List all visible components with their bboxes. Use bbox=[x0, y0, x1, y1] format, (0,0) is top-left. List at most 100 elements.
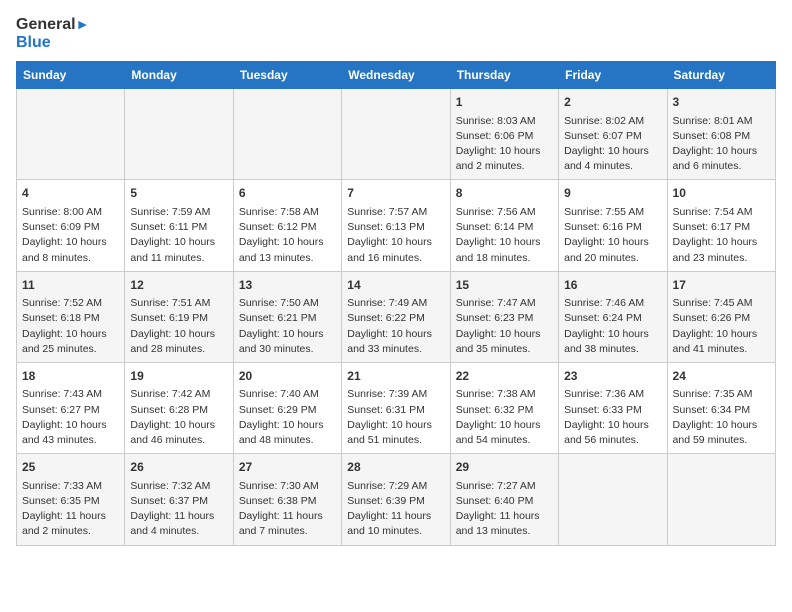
weekday-header-row: SundayMondayTuesdayWednesdayThursdayFrid… bbox=[17, 62, 776, 89]
day-info: Daylight: 10 hours bbox=[239, 327, 336, 342]
calendar-cell: 4Sunrise: 8:00 AMSunset: 6:09 PMDaylight… bbox=[17, 180, 125, 271]
day-info: and 13 minutes. bbox=[456, 524, 553, 539]
day-number: 7 bbox=[347, 185, 444, 202]
day-info: Sunset: 6:31 PM bbox=[347, 403, 444, 418]
day-info: Sunset: 6:11 PM bbox=[130, 220, 227, 235]
day-info: Sunset: 6:24 PM bbox=[564, 311, 661, 326]
calendar-cell: 22Sunrise: 7:38 AMSunset: 6:32 PMDayligh… bbox=[450, 362, 558, 453]
day-info: and 30 minutes. bbox=[239, 342, 336, 357]
day-info: Sunset: 6:38 PM bbox=[239, 494, 336, 509]
day-info: and 46 minutes. bbox=[130, 433, 227, 448]
calendar-cell: 24 Sunrise: 7:35 AMSunset: 6:34 PMDayligh… bbox=[667, 362, 775, 453]
day-info: Daylight: 10 hours bbox=[130, 235, 227, 250]
calendar-week-3: 11Sunrise: 7:52 AMSunset: 6:18 PMDayligh… bbox=[17, 271, 776, 362]
weekday-header-thursday: Thursday bbox=[450, 62, 558, 89]
logo: General► Blue bbox=[16, 16, 89, 51]
day-info: and 20 minutes. bbox=[564, 251, 661, 266]
day-info: Sunrise: 7:45 AM bbox=[673, 296, 770, 311]
calendar-cell bbox=[233, 89, 341, 180]
calendar-cell: 7Sunrise: 7:57 AMSunset: 6:13 PMDaylight… bbox=[342, 180, 450, 271]
calendar-cell: 23Sunrise: 7:36 AMSunset: 6:33 PMDayligh… bbox=[559, 362, 667, 453]
day-info: Sunset: 6:07 PM bbox=[564, 129, 661, 144]
day-info: Sunset: 6:09 PM bbox=[22, 220, 119, 235]
day-info: Daylight: 10 hours bbox=[130, 418, 227, 433]
day-info: and 56 minutes. bbox=[564, 433, 661, 448]
day-info: and 43 minutes. bbox=[22, 433, 119, 448]
day-number: 19 bbox=[130, 368, 227, 385]
day-info: Daylight: 10 hours bbox=[673, 327, 770, 342]
day-info: Daylight: 10 hours bbox=[22, 418, 119, 433]
calendar-table: SundayMondayTuesdayWednesdayThursdayFrid… bbox=[16, 61, 776, 545]
day-info: and 4 minutes. bbox=[564, 159, 661, 174]
day-info: and 4 minutes. bbox=[130, 524, 227, 539]
day-info: Sunrise: 7:29 AM bbox=[347, 479, 444, 494]
day-info: Daylight: 10 hours bbox=[673, 235, 770, 250]
weekday-header-friday: Friday bbox=[559, 62, 667, 89]
weekday-header-wednesday: Wednesday bbox=[342, 62, 450, 89]
day-number: 12 bbox=[130, 277, 227, 294]
day-number: 24 bbox=[673, 368, 770, 385]
calendar-cell: 6Sunrise: 7:58 AMSunset: 6:12 PMDaylight… bbox=[233, 180, 341, 271]
day-info: Sunrise: 8:03 AM bbox=[456, 114, 553, 129]
day-info: Sunrise: 7:36 AM bbox=[564, 387, 661, 402]
day-info: Daylight: 10 hours bbox=[130, 327, 227, 342]
day-info: and 2 minutes. bbox=[456, 159, 553, 174]
calendar-cell bbox=[559, 454, 667, 545]
calendar-cell: 12 Sunrise: 7:51 AMSunset: 6:19 PMDayligh… bbox=[125, 271, 233, 362]
logo-general: General► bbox=[16, 16, 89, 34]
day-info: Sunrise: 7:51 AM bbox=[130, 296, 227, 311]
day-info: Daylight: 11 hours bbox=[130, 509, 227, 524]
day-info: and 11 minutes. bbox=[130, 251, 227, 266]
day-info: Daylight: 11 hours bbox=[22, 509, 119, 524]
day-info: Daylight: 10 hours bbox=[456, 327, 553, 342]
day-info: Sunrise: 8:02 AM bbox=[564, 114, 661, 129]
day-number: 1 bbox=[456, 94, 553, 111]
day-info: Sunset: 6:23 PM bbox=[456, 311, 553, 326]
day-number: 9 bbox=[564, 185, 661, 202]
calendar-cell: 19Sunrise: 7:42 AMSunset: 6:28 PMDayligh… bbox=[125, 362, 233, 453]
day-info: Daylight: 11 hours bbox=[347, 509, 444, 524]
day-info: Daylight: 10 hours bbox=[239, 418, 336, 433]
day-info: Sunset: 6:08 PM bbox=[673, 129, 770, 144]
calendar-cell: 27Sunrise: 7:30 AMSunset: 6:38 PMDayligh… bbox=[233, 454, 341, 545]
day-info: Daylight: 10 hours bbox=[673, 144, 770, 159]
day-number: 3 bbox=[673, 94, 770, 111]
day-info: Sunrise: 7:47 AM bbox=[456, 296, 553, 311]
calendar-cell: 5Sunrise: 7:59 AMSunset: 6:11 PMDaylight… bbox=[125, 180, 233, 271]
day-number: 2 bbox=[564, 94, 661, 111]
day-info: Daylight: 10 hours bbox=[673, 418, 770, 433]
calendar-cell: 17Sunrise: 7:45 AMSunset: 6:26 PMDayligh… bbox=[667, 271, 775, 362]
day-number: 18 bbox=[22, 368, 119, 385]
day-info: Sunset: 6:19 PM bbox=[130, 311, 227, 326]
calendar-cell: 2 Sunrise: 8:02 AMSunset: 6:07 PMDaylight… bbox=[559, 89, 667, 180]
day-number: 6 bbox=[239, 185, 336, 202]
day-info: Sunrise: 8:00 AM bbox=[22, 205, 119, 220]
day-info: Sunrise: 7:52 AM bbox=[22, 296, 119, 311]
day-info: Sunrise: 7:35 AM bbox=[673, 387, 770, 402]
day-info: Sunset: 6:17 PM bbox=[673, 220, 770, 235]
day-info: Daylight: 11 hours bbox=[456, 509, 553, 524]
calendar-cell bbox=[342, 89, 450, 180]
day-info: Daylight: 10 hours bbox=[456, 144, 553, 159]
day-number: 22 bbox=[456, 368, 553, 385]
calendar-cell: 25Sunrise: 7:33 AMSunset: 6:35 PMDayligh… bbox=[17, 454, 125, 545]
day-info: Daylight: 10 hours bbox=[564, 144, 661, 159]
day-info: Daylight: 10 hours bbox=[347, 235, 444, 250]
day-info: and 25 minutes. bbox=[22, 342, 119, 357]
calendar-cell: 16Sunrise: 7:46 AMSunset: 6:24 PMDayligh… bbox=[559, 271, 667, 362]
day-info: Sunset: 6:13 PM bbox=[347, 220, 444, 235]
logo-blue: Blue bbox=[16, 34, 89, 52]
day-info: and 16 minutes. bbox=[347, 251, 444, 266]
day-info: Sunset: 6:34 PM bbox=[673, 403, 770, 418]
day-info: and 51 minutes. bbox=[347, 433, 444, 448]
day-info: and 33 minutes. bbox=[347, 342, 444, 357]
day-info: and 2 minutes. bbox=[22, 524, 119, 539]
day-info: Sunrise: 7:30 AM bbox=[239, 479, 336, 494]
day-info: Sunrise: 8:01 AM bbox=[673, 114, 770, 129]
calendar-cell bbox=[17, 89, 125, 180]
day-info: Daylight: 10 hours bbox=[456, 418, 553, 433]
day-info: Sunrise: 7:42 AM bbox=[130, 387, 227, 402]
day-info: Sunset: 6:26 PM bbox=[673, 311, 770, 326]
day-info: Sunset: 6:18 PM bbox=[22, 311, 119, 326]
day-info: Daylight: 11 hours bbox=[239, 509, 336, 524]
